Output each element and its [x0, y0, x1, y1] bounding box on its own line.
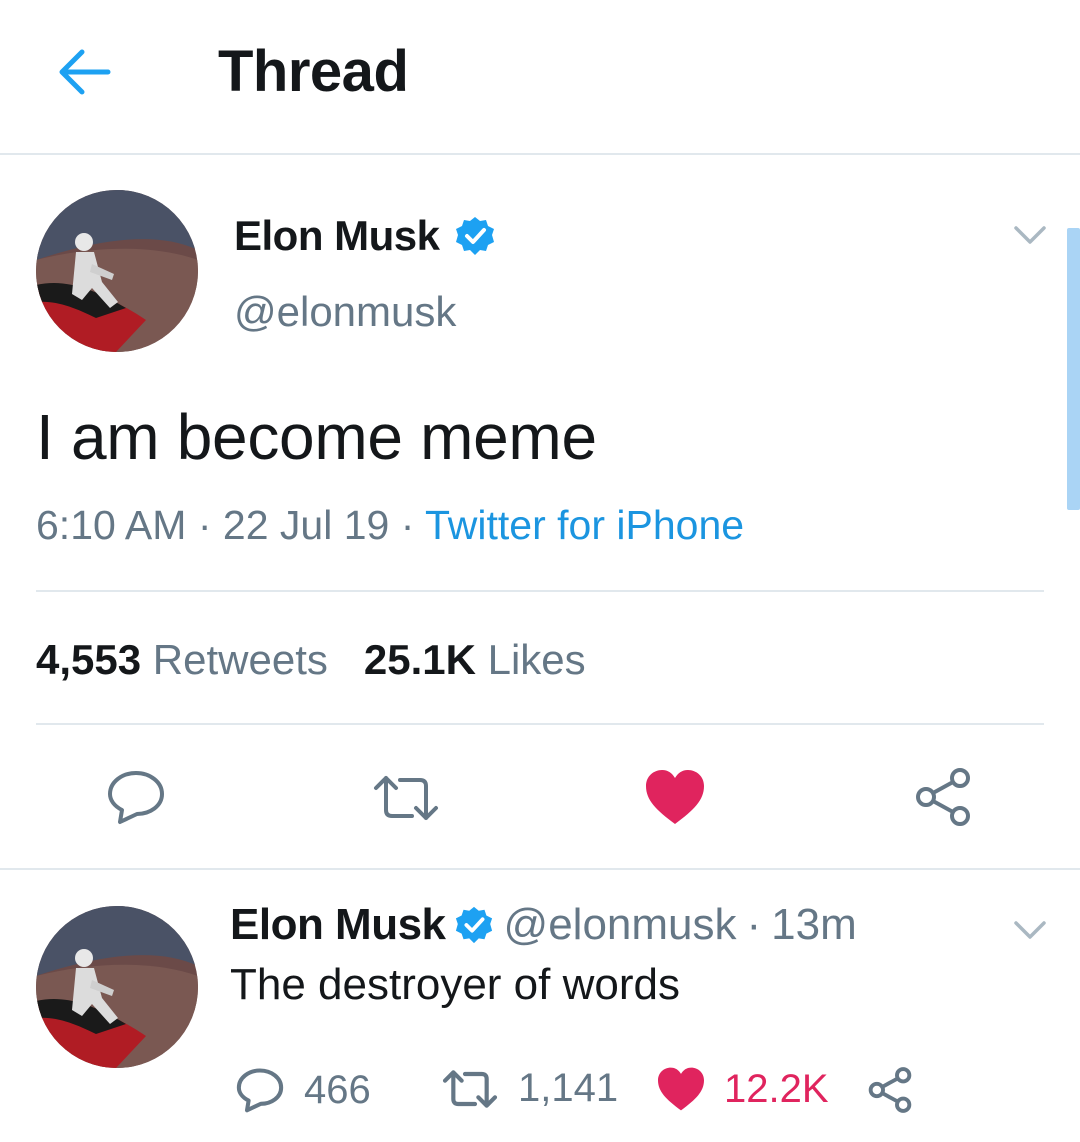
- reply-handle[interactable]: @elonmusk: [504, 900, 737, 950]
- like-count: 12.2K: [724, 1066, 829, 1111]
- reply-button[interactable]: 466: [234, 1066, 371, 1114]
- reply-age: 13m: [771, 900, 857, 949]
- reply-author-name[interactable]: Elon Musk: [230, 900, 446, 950]
- avatar-image: [36, 190, 198, 352]
- meta-separator: ·: [400, 502, 426, 548]
- retweet-label: Retweets: [152, 636, 328, 683]
- share-icon[interactable]: [912, 766, 974, 828]
- like-label: Likes: [487, 636, 586, 683]
- likes-stat[interactable]: 25.1K Likes: [364, 636, 586, 683]
- app-header: Thread: [0, 0, 1080, 155]
- retweet-icon[interactable]: [370, 772, 442, 824]
- tweet-date: 22 Jul 19: [222, 502, 390, 548]
- share-icon[interactable]: [866, 1066, 914, 1114]
- retweets-stat[interactable]: 4,553 Retweets: [36, 636, 328, 683]
- divider: [36, 590, 1044, 592]
- tweet-meta: 6:10 AM · 22 Jul 19 · Twitter for iPhone: [36, 502, 744, 549]
- chevron-down-icon[interactable]: [1010, 220, 1050, 248]
- heart-icon: [658, 1067, 704, 1111]
- retweet-icon: [442, 1069, 498, 1108]
- meta-separator: ·: [197, 502, 223, 548]
- tweet-time: 6:10 AM: [36, 502, 187, 548]
- chevron-down-icon[interactable]: [1010, 915, 1050, 943]
- engagement-stats: 4,553 Retweets 25.1K Likes: [36, 636, 586, 684]
- page-title: Thread: [218, 39, 409, 104]
- avatar[interactable]: [36, 190, 198, 352]
- avatar-image: [36, 906, 198, 1068]
- retweet-count: 1,141: [518, 1066, 619, 1110]
- author-handle[interactable]: @elonmusk: [234, 288, 456, 336]
- retweet-button[interactable]: 1,141: [440, 1066, 618, 1111]
- scrollbar[interactable]: [1067, 228, 1080, 510]
- divider: [36, 723, 1044, 725]
- author-row: Elon Musk: [234, 212, 496, 260]
- meta-separator: ·: [746, 900, 762, 949]
- reply-icon[interactable]: [104, 768, 168, 826]
- reply-author-row: Elon Musk @elonmusk · 13m: [230, 900, 857, 950]
- verified-badge-icon: [455, 217, 494, 255]
- heart-icon[interactable]: [644, 768, 706, 826]
- like-button[interactable]: 12.2K: [656, 1066, 829, 1112]
- retweet-count: 4,553: [36, 636, 142, 683]
- verified-badge-icon: [455, 906, 492, 944]
- author-name[interactable]: Elon Musk: [234, 212, 440, 260]
- reply-icon: [236, 1068, 284, 1113]
- tweet-source-link[interactable]: Twitter for iPhone: [425, 502, 744, 548]
- back-arrow-icon[interactable]: [52, 40, 116, 104]
- thread-separator: [0, 868, 1080, 870]
- reply-tweet-text: The destroyer of words: [230, 960, 680, 1009]
- tweet-text: I am become meme: [36, 401, 597, 473]
- like-count: 25.1K: [363, 636, 476, 683]
- reply-count: 466: [304, 1067, 371, 1112]
- reply-avatar[interactable]: [36, 906, 198, 1068]
